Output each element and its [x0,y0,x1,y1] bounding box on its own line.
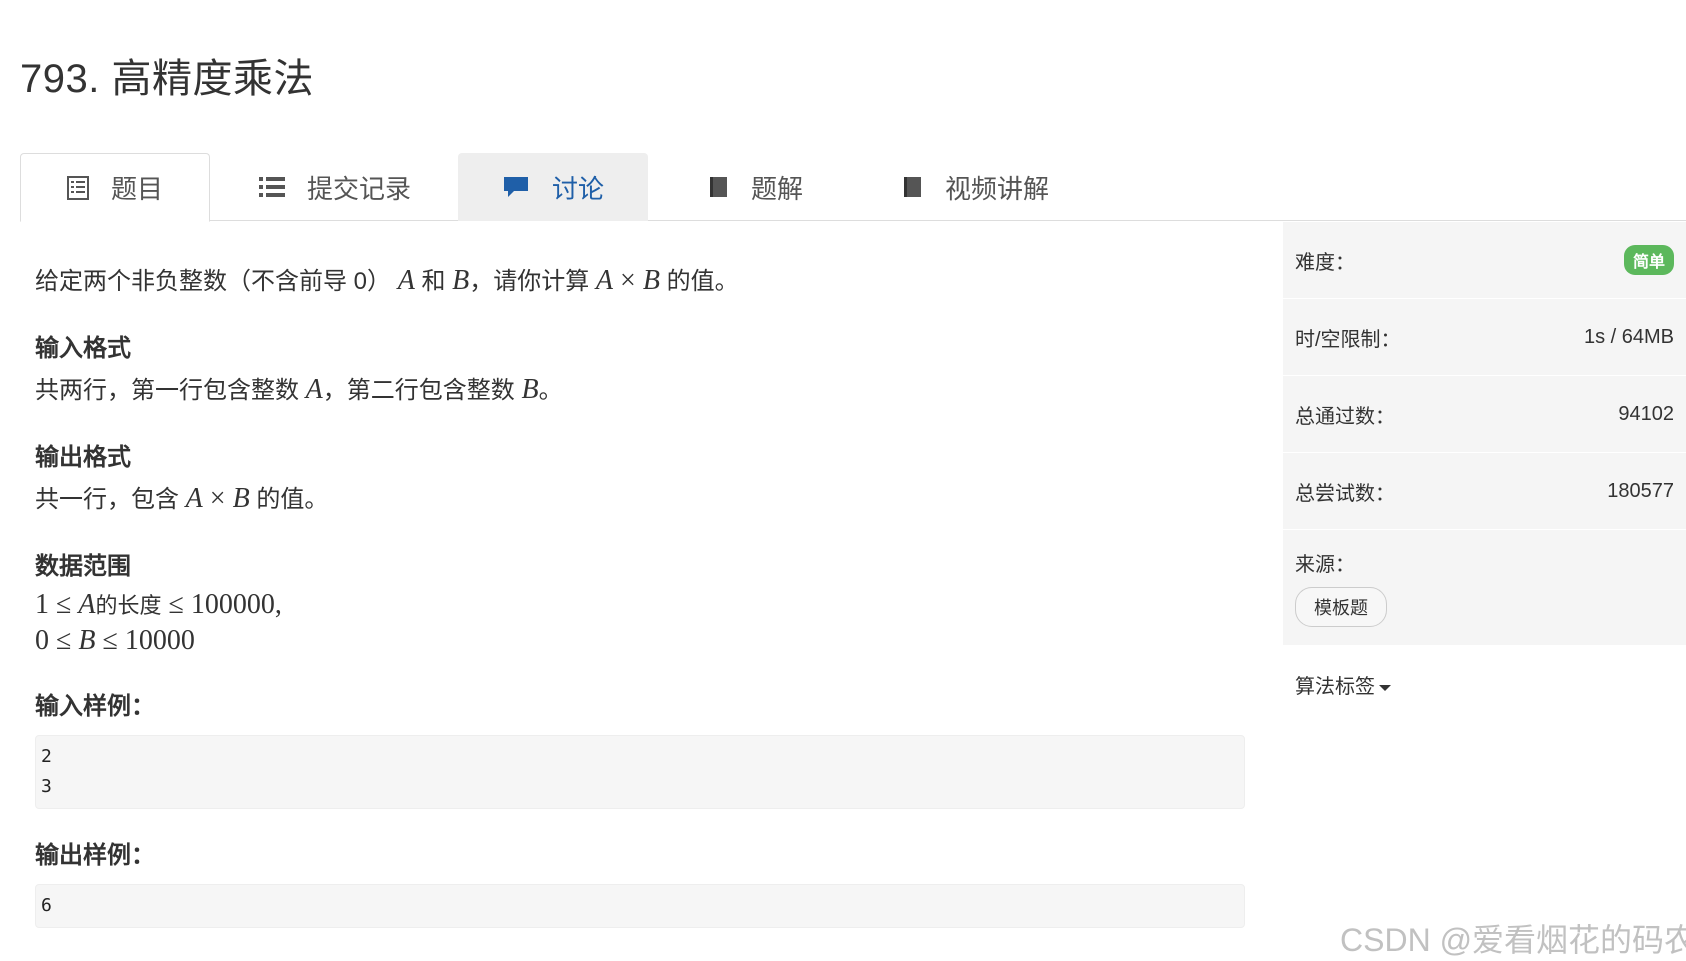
difficulty-label: 难度： [1295,251,1355,274]
difficulty-badge: 简单 [1623,245,1674,275]
list-icon [258,176,285,198]
sample-input-line: 3 [41,775,52,797]
watermark: CSDN @爱看烟花的码农 [1340,922,1686,958]
math-var-a: A [397,265,415,296]
tab-submissions[interactable]: 提交记录 [230,153,440,221]
difficulty-row: 难度： 简单 [1283,222,1686,299]
limit-label: 时/空限制： [1295,328,1401,351]
tab-solutions[interactable]: 题解 [660,153,850,221]
passed-row: 总通过数： 94102 [1283,376,1686,453]
source-row: 来源： 模板题 [1283,530,1686,646]
input-format-text: 共两行，第一行包含整数 A，第二行包含整数 B。 [35,374,563,405]
tried-label: 总尝试数： [1295,482,1395,505]
tab-discuss[interactable]: 讨论 [458,153,648,221]
comment-icon [502,175,530,199]
passed-value: 94102 [1618,402,1674,425]
data-range-line2: 0 ≤ B ≤ 10000 [35,625,195,657]
algorithm-tags-label: 算法标签 [1295,676,1375,698]
data-range-heading: 数据范围 [35,553,131,580]
tab-solutions-label: 题解 [750,173,803,204]
algorithm-tags-toggle[interactable]: 算法标签 [1295,670,1391,699]
document-list-icon [66,175,89,200]
sample-output-line: 6 [41,894,52,916]
sample-input-block[interactable]: 2 3 [35,734,1245,809]
tab-problem[interactable]: 题目 [20,153,210,222]
tab-video-label: 视频讲解 [944,173,1049,204]
sample-input-line: 2 [41,745,52,767]
algorithm-tags-row: 算法标签 [1283,646,1686,724]
limit-value: 1s / 64MB [1583,325,1674,348]
source-tag[interactable]: 模板题 [1295,587,1387,627]
problem-intro: 给定两个非负整数（不含前导 0） A 和 B，请你计算 A × B 的值。 [35,260,1245,302]
book-icon [707,175,729,199]
output-format-text: 共一行，包含 A × B 的值。 [35,483,329,514]
book-icon [901,175,923,199]
page-title: 793. 高精度乘法 [20,57,314,101]
problem-info-sidebar: 难度： 简单 时/空限制： 1s / 64MB 总通过数： 94102 总尝试数… [1283,222,1686,724]
math-var-b: B [452,265,470,296]
tab-discuss-label: 讨论 [551,173,604,204]
intro-and: 和 [421,268,446,295]
sample-input-heading: 输入样例： [35,692,155,720]
sample-output-heading: 输出样例： [35,841,155,869]
input-format-heading: 输入格式 [35,335,131,362]
intro-end: 的值。 [666,268,739,295]
tried-value: 180577 [1607,479,1674,502]
intro-ask: ，请你计算 [469,268,590,295]
sample-output-block[interactable]: 6 [35,883,1245,928]
intro-text: 给定两个非负整数（不含前导 0） [35,268,392,295]
source-label: 来源： [1295,554,1355,576]
tab-video[interactable]: 视频讲解 [860,153,1090,221]
limit-row: 时/空限制： 1s / 64MB [1283,299,1686,376]
tab-submissions-label: 提交记录 [306,173,411,204]
tab-problem-label: 题目 [110,174,163,204]
math-product: A × B [595,265,660,296]
tried-row: 总尝试数： 180577 [1283,453,1686,530]
problem-tabs: 题目 提交记录 讨论 题解 视频讲解 [20,153,1686,222]
problem-content: 给定两个非负整数（不含前导 0） A 和 B，请你计算 A × B 的值。 输入… [35,240,1245,928]
passed-label: 总通过数： [1295,405,1395,428]
output-format-heading: 输出格式 [35,444,131,471]
data-range-line1: 1 ≤ A的长度 ≤ 100000, [35,589,282,620]
caret-down-icon [1379,684,1391,691]
